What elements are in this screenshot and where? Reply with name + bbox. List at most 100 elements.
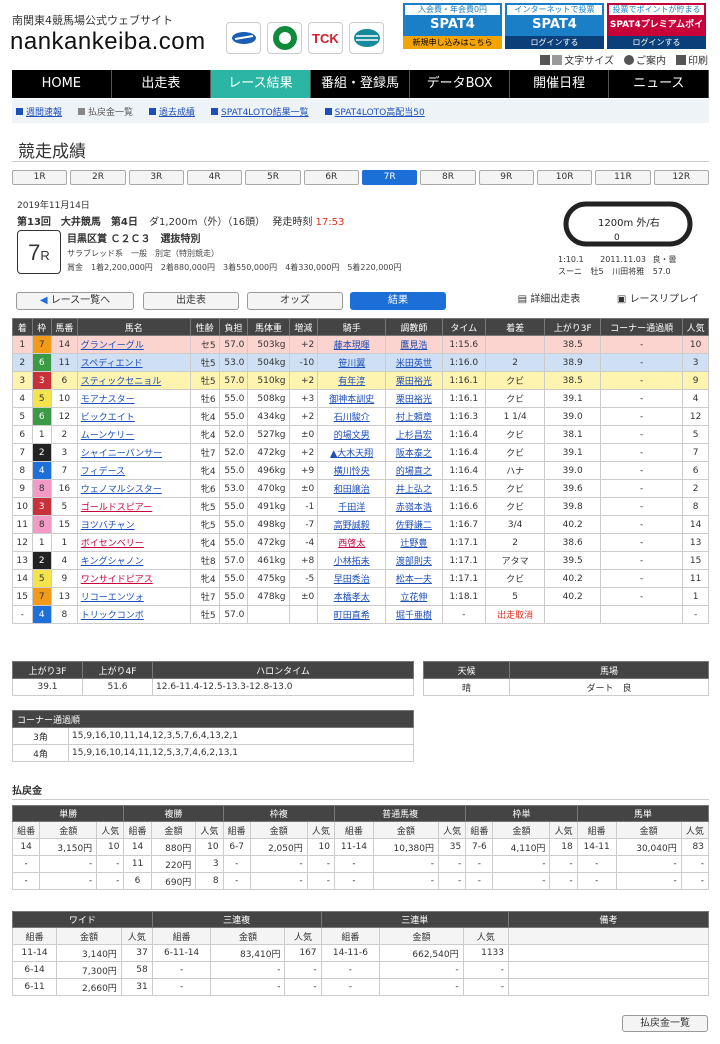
cell-jockey[interactable]: 町田直希 bbox=[317, 605, 387, 624]
payout-sub-header: 人気 bbox=[195, 821, 224, 839]
cell-diff: +2 bbox=[288, 335, 319, 354]
cell-jockey[interactable]: 千田洋 bbox=[317, 497, 387, 516]
cell-horse[interactable]: リコーエンツォ bbox=[76, 587, 191, 606]
cell-jockey[interactable]: 和田譲治 bbox=[317, 479, 387, 498]
back-to-list-button[interactable]: ◀ レース一覧へ bbox=[16, 292, 134, 310]
cell-horse[interactable]: ゴールドスピアー bbox=[76, 497, 191, 516]
tab-race[interactable]: 3R bbox=[128, 170, 184, 185]
cell-trainer[interactable]: 栗田裕光 bbox=[385, 389, 443, 408]
nav-programs[interactable]: 番組・登録馬 bbox=[311, 70, 411, 98]
payout-list-button[interactable]: 払戻金一覧 bbox=[622, 1015, 708, 1032]
cell-waku: 3 bbox=[31, 371, 53, 390]
cell-trainer[interactable]: 栗田裕光 bbox=[385, 371, 443, 390]
help-link[interactable]: ご案内 bbox=[624, 52, 666, 67]
cell-trainer[interactable]: 渡部則夫 bbox=[385, 551, 443, 570]
entry-button[interactable]: 出走表 bbox=[143, 292, 239, 310]
cell-horse[interactable]: スティックセニョル bbox=[76, 371, 191, 390]
print-link[interactable]: 印刷 bbox=[676, 52, 708, 67]
tab-race[interactable]: 6R bbox=[303, 170, 359, 185]
tab-race[interactable]: 10R bbox=[536, 170, 593, 185]
cell-horse[interactable]: フィデース bbox=[76, 461, 191, 480]
text-size-control[interactable]: 文字サイズ bbox=[540, 52, 614, 67]
cell-jockey[interactable]: 石川駿介 bbox=[317, 407, 387, 426]
nav-news[interactable]: ニュース bbox=[609, 70, 710, 98]
tab-race-active[interactable]: 7R bbox=[361, 170, 418, 185]
cell-f3: 39.0 bbox=[544, 461, 601, 480]
cell-horse[interactable]: ビックエイト bbox=[76, 407, 191, 426]
tab-race[interactable]: 2R bbox=[70, 170, 126, 185]
snav-label: SPAT4LOTO結果一覧 bbox=[221, 107, 309, 118]
funabashi-logo-icon[interactable] bbox=[267, 22, 302, 54]
cell-jockey[interactable]: 横川怜央 bbox=[317, 461, 387, 480]
cell-horse[interactable]: ウェノマルシスター bbox=[76, 479, 191, 498]
record-weight: 57.0 bbox=[652, 267, 671, 276]
cell-horse[interactable]: スペディエンド bbox=[76, 353, 191, 372]
snav-past[interactable]: 過去成績 bbox=[149, 105, 195, 118]
nav-databox[interactable]: データBOX bbox=[410, 70, 510, 98]
spat4-login-banner[interactable]: インターネットで投票 SPAT4 ログインする bbox=[505, 3, 604, 49]
urawa-logo-icon[interactable] bbox=[226, 22, 261, 54]
tck-logo-icon[interactable]: TCK bbox=[308, 22, 343, 54]
cell-jockey[interactable]: 御神本訓史 bbox=[317, 389, 387, 408]
cell-horse[interactable]: ムーンケリー bbox=[76, 425, 191, 444]
spat4-join-banner[interactable]: 入会費・年会費0円 SPAT4 新規申し込みはこちら bbox=[403, 3, 502, 49]
snav-weekly[interactable]: 週間速報 bbox=[16, 105, 62, 118]
cell-trainer[interactable]: 的場直之 bbox=[385, 461, 443, 480]
snav-loto-high[interactable]: SPAT4LOTO高配当50 bbox=[324, 105, 425, 118]
cell-corner: - bbox=[599, 425, 684, 444]
cell-trainer[interactable]: 立花伸 bbox=[385, 587, 443, 606]
cell-jockey[interactable]: 笹川翼 bbox=[317, 353, 387, 372]
cell-horse[interactable]: シャイニーパンサー bbox=[76, 443, 191, 462]
cell-wt: 52.0 bbox=[218, 425, 249, 444]
cell-trainer[interactable]: 赤嶺本浩 bbox=[385, 497, 443, 516]
tab-race[interactable]: 8R bbox=[420, 170, 476, 185]
cell-jockey[interactable]: 的場文男 bbox=[317, 425, 387, 444]
tab-race[interactable]: 11R bbox=[595, 170, 651, 185]
tab-race[interactable]: 5R bbox=[245, 170, 301, 185]
cell-jockey[interactable]: 早田秀治 bbox=[317, 569, 387, 588]
cell-horse[interactable]: トリックコンボ bbox=[76, 605, 191, 624]
nav-results[interactable]: レース結果 bbox=[211, 70, 311, 98]
snav-loto[interactable]: SPAT4LOTO結果一覧 bbox=[211, 105, 309, 118]
cell-trainer[interactable]: 上杉昌宏 bbox=[385, 425, 443, 444]
nav-entries[interactable]: 出走表 bbox=[112, 70, 212, 98]
cell-trainer[interactable]: 米田英世 bbox=[385, 353, 443, 372]
site-logo[interactable]: nankankeiba.com bbox=[10, 28, 206, 56]
result-button[interactable]: 結果 bbox=[350, 292, 446, 310]
kawasaki-logo-icon[interactable] bbox=[349, 22, 384, 54]
replay-button[interactable]: ▣ レースリプレイ bbox=[608, 292, 708, 310]
nav-home[interactable]: HOME bbox=[12, 70, 112, 98]
cell-trainer[interactable]: 井上弘之 bbox=[385, 479, 443, 498]
cell-jockey[interactable]: 高野誠毅 bbox=[317, 515, 387, 534]
cell-jockey[interactable]: ▲大木天翔 bbox=[317, 443, 387, 462]
nav-schedule[interactable]: 開催日程 bbox=[510, 70, 610, 98]
tab-race[interactable]: 1R bbox=[12, 170, 68, 185]
col-header: 増減 bbox=[288, 318, 319, 336]
odds-button[interactable]: オッズ bbox=[247, 292, 343, 310]
cell-jockey[interactable]: 本橋孝太 bbox=[317, 587, 387, 606]
snav-payouts[interactable]: 払戻金一覧 bbox=[78, 105, 133, 118]
cell-jockey[interactable]: 有年淳 bbox=[317, 371, 387, 390]
cell-trainer[interactable]: 鷹見浩 bbox=[385, 335, 443, 354]
spat4-point-banner[interactable]: 投票でポイントが貯まる SPAT4プレミアムポイント ログインする bbox=[607, 3, 706, 49]
cell-horse[interactable]: モアナスター bbox=[76, 389, 191, 408]
cell-jockey[interactable]: 西啓太 bbox=[317, 533, 387, 552]
cell-trainer[interactable]: 辻野豊 bbox=[385, 533, 443, 552]
cell-trainer[interactable]: 阪本泰之 bbox=[385, 443, 443, 462]
cell-trainer[interactable]: 堀千亜樹 bbox=[385, 605, 443, 624]
payout-cell: 83,410円 bbox=[210, 944, 286, 962]
tab-race[interactable]: 4R bbox=[186, 170, 243, 185]
cell-horse[interactable]: ワンサイドピアス bbox=[76, 569, 191, 588]
cell-trainer[interactable]: 村上頼章 bbox=[385, 407, 443, 426]
cell-jockey[interactable]: 藤本現暉 bbox=[317, 335, 387, 354]
tab-race[interactable]: 9R bbox=[478, 170, 534, 185]
tab-race[interactable]: 12R bbox=[653, 170, 709, 185]
cell-horse[interactable]: ヨツバチャン bbox=[76, 515, 191, 534]
cell-jockey[interactable]: 小林拓未 bbox=[317, 551, 387, 570]
cell-horse[interactable]: キングシャノン bbox=[76, 551, 191, 570]
cell-horse[interactable]: グランイーグル bbox=[76, 335, 191, 354]
cell-trainer[interactable]: 佐野謙二 bbox=[385, 515, 443, 534]
cell-horse[interactable]: ボイセンベリー bbox=[76, 533, 191, 552]
cell-trainer[interactable]: 松本一夫 bbox=[385, 569, 443, 588]
detail-entry-button[interactable]: ▤ 詳細出走表 bbox=[500, 292, 598, 310]
